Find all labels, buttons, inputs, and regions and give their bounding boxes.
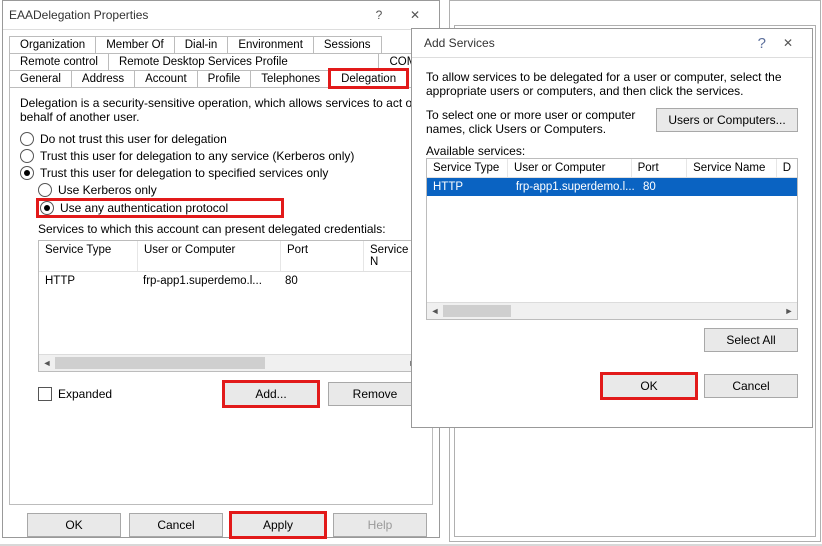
- add-services-window: Add Services ? ✕ To allow services to be…: [411, 28, 813, 428]
- delegation-intro: Delegation is a security-sensitive opera…: [20, 96, 422, 124]
- tab-organization[interactable]: Organization: [9, 36, 96, 53]
- tab-dial-in[interactable]: Dial-in: [174, 36, 229, 53]
- col-d[interactable]: D: [777, 159, 797, 177]
- scroll-thumb[interactable]: [443, 305, 511, 317]
- table-row[interactable]: HTTP frp-app1.superdemo.l... 80: [39, 272, 421, 290]
- radio-icon: [20, 132, 34, 146]
- tab-account[interactable]: Account: [134, 70, 198, 87]
- table-header: Service Type User or Computer Port Servi…: [427, 159, 797, 178]
- radio-icon: [20, 149, 34, 163]
- radio-any-auth[interactable]: Use any authentication protocol: [38, 200, 282, 216]
- cell-d: [785, 178, 797, 196]
- radio-icon: [40, 201, 54, 215]
- col-port[interactable]: Port: [632, 159, 688, 177]
- radio-kerberos-only-label: Use Kerberos only: [58, 183, 157, 197]
- tab-remote-control[interactable]: Remote control: [9, 53, 109, 70]
- cell-port: 80: [637, 178, 693, 196]
- available-services-table[interactable]: Service Type User or Computer Port Servi…: [426, 158, 798, 320]
- cancel-button[interactable]: Cancel: [704, 374, 798, 398]
- checkbox-icon: [38, 387, 52, 401]
- tab-telephones[interactable]: Telephones: [250, 70, 331, 87]
- select-all-button[interactable]: Select All: [704, 328, 798, 352]
- radio-icon: [38, 183, 52, 197]
- cell-port: 80: [279, 272, 361, 290]
- add-services-title: Add Services: [418, 36, 758, 50]
- close-titlebar-button[interactable]: ✕: [397, 2, 433, 28]
- tab-delegation[interactable]: Delegation: [330, 70, 407, 87]
- users-or-computers-button[interactable]: Users or Computers...: [656, 108, 798, 132]
- ok-button[interactable]: OK: [27, 513, 121, 537]
- help-icon[interactable]: ?: [758, 35, 766, 52]
- close-titlebar-button[interactable]: ✕: [770, 30, 806, 56]
- services-label: Services to which this account can prese…: [38, 222, 422, 236]
- radio-kerberos-only[interactable]: Use Kerberos only: [38, 183, 422, 197]
- ok-button[interactable]: OK: [602, 374, 696, 398]
- properties-title: EAADelegation Properties: [9, 8, 361, 22]
- expanded-label: Expanded: [58, 387, 112, 401]
- cancel-button[interactable]: Cancel: [129, 513, 223, 537]
- scroll-track[interactable]: [55, 355, 405, 371]
- scroll-thumb[interactable]: [55, 357, 265, 369]
- tab-member-of[interactable]: Member Of: [95, 36, 175, 53]
- expanded-checkbox[interactable]: Expanded: [38, 387, 214, 401]
- radio-no-trust[interactable]: Do not trust this user for delegation: [20, 132, 422, 146]
- cell-host: frp-app1.superdemo.l...: [510, 178, 637, 196]
- col-service-type[interactable]: Service Type: [427, 159, 508, 177]
- tab-environment[interactable]: Environment: [227, 36, 314, 53]
- table-row[interactable]: HTTP frp-app1.superdemo.l... 80: [427, 178, 797, 196]
- help-button[interactable]: Help: [333, 513, 427, 537]
- tab-rdsp[interactable]: Remote Desktop Services Profile: [108, 53, 379, 70]
- col-port[interactable]: Port: [281, 241, 364, 271]
- add-button[interactable]: Add...: [224, 382, 318, 406]
- scroll-left-icon[interactable]: ◄: [427, 303, 443, 319]
- radio-specified[interactable]: Trust this user for delegation to specif…: [20, 166, 422, 180]
- apply-button[interactable]: Apply: [231, 513, 325, 537]
- delegated-services-table[interactable]: Service Type User or Computer Port Servi…: [38, 240, 422, 372]
- radio-any-auth-label: Use any authentication protocol: [60, 201, 228, 215]
- col-user-or-computer[interactable]: User or Computer: [508, 159, 632, 177]
- close-icon: ✕: [783, 36, 793, 50]
- scroll-left-icon[interactable]: ◄: [39, 355, 55, 371]
- table-header: Service Type User or Computer Port Servi…: [39, 241, 421, 272]
- h-scrollbar[interactable]: ◄ ►: [427, 302, 797, 319]
- radio-any-service-label: Trust this user for delegation to any se…: [40, 149, 354, 163]
- cell-service-type: HTTP: [39, 272, 137, 290]
- tab-strip: Organization Member Of Dial-in Environme…: [9, 36, 433, 87]
- col-service-name[interactable]: Service Name: [687, 159, 777, 177]
- scroll-track[interactable]: [443, 303, 781, 319]
- h-scrollbar[interactable]: ◄ ►: [39, 354, 421, 371]
- cell-host: frp-app1.superdemo.l...: [137, 272, 279, 290]
- col-service-type[interactable]: Service Type: [39, 241, 138, 271]
- radio-icon: [20, 166, 34, 180]
- tab-profile[interactable]: Profile: [197, 70, 252, 87]
- properties-titlebar: EAADelegation Properties ? ✕: [3, 1, 439, 30]
- delegation-tab-body: Delegation is a security-sensitive opera…: [9, 87, 433, 505]
- help-titlebar-button[interactable]: ?: [361, 2, 397, 28]
- close-icon: ✕: [410, 8, 420, 22]
- add-services-instr1: To allow services to be delegated for a …: [426, 70, 798, 98]
- properties-window: EAADelegation Properties ? ✕ Organizatio…: [2, 0, 440, 538]
- tab-general[interactable]: General: [9, 70, 72, 87]
- radio-any-service[interactable]: Trust this user for delegation to any se…: [20, 149, 422, 163]
- cell-name: [693, 178, 785, 196]
- radio-no-trust-label: Do not trust this user for delegation: [40, 132, 227, 146]
- dialog-button-row: OK Cancel Apply Help: [3, 505, 439, 545]
- question-icon: ?: [376, 8, 383, 22]
- available-services-label: Available services:: [426, 144, 798, 158]
- col-user-or-computer[interactable]: User or Computer: [138, 241, 281, 271]
- add-services-instr2: To select one or more user or computer n…: [426, 108, 646, 136]
- tab-address[interactable]: Address: [71, 70, 135, 87]
- add-services-body: To allow services to be delegated for a …: [412, 58, 812, 428]
- remove-button[interactable]: Remove: [328, 382, 422, 406]
- scroll-right-icon[interactable]: ►: [781, 303, 797, 319]
- radio-specified-label: Trust this user for delegation to specif…: [40, 166, 328, 180]
- tab-sessions[interactable]: Sessions: [313, 36, 382, 53]
- add-services-titlebar: Add Services ? ✕: [412, 29, 812, 58]
- cell-service-type: HTTP: [427, 178, 510, 196]
